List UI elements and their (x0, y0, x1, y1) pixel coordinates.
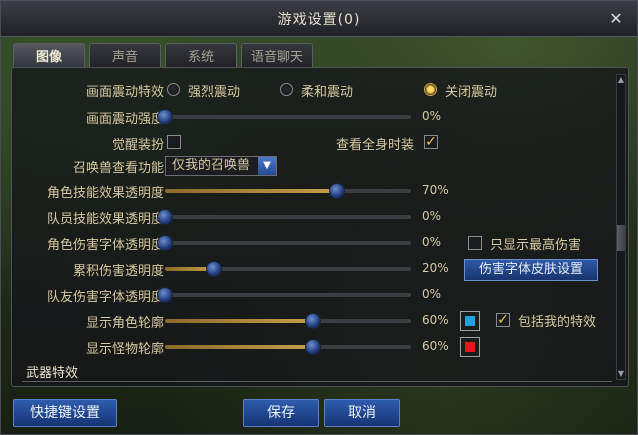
cumulative-damage-opacity-slider[interactable] (165, 261, 411, 277)
screen-shake-label: 画面震动特效 (85, 85, 164, 100)
max-damage-label: 只显示最高伤害 (490, 238, 582, 253)
slider-knob[interactable] (157, 235, 173, 251)
panel-scrollbar[interactable]: ▲ ▼ (616, 74, 626, 380)
awaken-outfit-label: 觉醒装扮 (111, 138, 164, 153)
slider-fill (165, 319, 313, 323)
monster-outline-value: 60% (422, 339, 449, 353)
scroll-thumb[interactable] (617, 225, 625, 251)
team-skill-opacity-label: 队员技能效果透明度 (46, 212, 164, 227)
skill-effect-opacity-value: 70% (422, 183, 449, 197)
shake-strength-label: 画面震动强度 (85, 112, 164, 127)
team-skill-opacity-value: 0% (422, 209, 442, 223)
monster-outline-label: 显示怪物轮廓 (85, 342, 164, 357)
chevron-down-icon[interactable]: ▼ (258, 157, 276, 175)
damage-font-opacity-slider[interactable] (157, 235, 411, 251)
shortcut-settings-button[interactable]: 快捷键设置 (13, 399, 117, 427)
slider-knob[interactable] (206, 261, 223, 277)
character-outline-slider[interactable] (165, 313, 411, 329)
damage-font-skin-button[interactable]: 伤害字体皮肤设置 (464, 259, 598, 281)
teammate-damage-font-opacity-value: 0% (422, 287, 442, 301)
skill-effect-opacity-label: 角色技能效果透明度 (46, 186, 164, 201)
shake-strength-value: 0% (422, 109, 442, 123)
team-skill-opacity-slider[interactable] (157, 209, 411, 225)
radio-soft-shake[interactable] (280, 83, 293, 96)
max-damage-checkbox[interactable] (468, 236, 482, 250)
cumulative-damage-opacity-label: 累积伤害透明度 (72, 264, 164, 279)
title-bar: 游戏设置(0) ✕ (1, 1, 637, 37)
teammate-damage-font-opacity-label: 队友伤害字体透明度 (46, 290, 164, 305)
cumulative-damage-opacity-value: 20% (422, 261, 449, 275)
summon-view-select[interactable]: 仅我的召唤兽 ▼ (165, 156, 277, 176)
slider-fill (165, 189, 338, 193)
close-icon[interactable]: ✕ (607, 10, 625, 28)
weapon-effects-heading: 武器特效 (26, 366, 79, 381)
tab-system[interactable]: 系统 (165, 43, 237, 67)
radio-off-shake[interactable] (424, 83, 437, 96)
summon-view-selected: 仅我的召唤兽 (172, 158, 251, 173)
include-my-effects-label: 包括我的特效 (518, 315, 597, 330)
full-outfit-label: 查看全身时装 (335, 138, 414, 153)
character-outline-value: 60% (422, 313, 449, 327)
include-my-effects-checkbox[interactable]: ✓ (496, 313, 510, 327)
tab-graphics[interactable]: 图像 (13, 43, 85, 67)
character-outline-color-swatch[interactable] (460, 311, 480, 331)
slider-knob[interactable] (157, 209, 173, 225)
slider-knob[interactable] (329, 183, 346, 199)
full-outfit-checkbox[interactable]: ✓ (424, 135, 438, 149)
shake-strength-knob[interactable] (157, 109, 173, 125)
shake-strength-slider[interactable] (157, 109, 411, 125)
teammate-damage-font-opacity-slider[interactable] (157, 287, 411, 303)
scroll-up-icon[interactable]: ▲ (617, 75, 625, 85)
slider-knob[interactable] (304, 339, 321, 355)
radio-soft-shake-label: 柔和震动 (301, 85, 354, 100)
tab-sound[interactable]: 声音 (89, 43, 161, 67)
scroll-down-icon[interactable]: ▼ (617, 369, 625, 379)
radio-strong-shake[interactable] (167, 83, 180, 96)
window-title: 游戏设置(0) (277, 11, 361, 28)
radio-strong-shake-label: 强烈震动 (188, 85, 241, 100)
tab-bar: 图像 声音 系统 语音聊天 (13, 43, 313, 67)
slider-knob[interactable] (157, 287, 173, 303)
monster-outline-color-swatch[interactable] (460, 337, 480, 357)
damage-font-opacity-label: 角色伤害字体透明度 (46, 238, 164, 253)
damage-font-opacity-value: 0% (422, 235, 442, 249)
summon-view-label: 召唤兽查看功能 (72, 161, 164, 176)
skill-effect-opacity-slider[interactable] (165, 183, 411, 199)
tab-voice-chat[interactable]: 语音聊天 (241, 43, 313, 67)
save-button[interactable]: 保存 (243, 399, 319, 427)
monster-outline-slider[interactable] (165, 339, 411, 355)
settings-window: 游戏设置(0) ✕ 图像 声音 系统 语音聊天 画面震动特效 强烈震动 柔和震动… (0, 0, 638, 435)
slider-fill (165, 345, 313, 349)
character-outline-label: 显示角色轮廓 (85, 316, 164, 331)
settings-panel: 画面震动特效 强烈震动 柔和震动 关闭震动 画面震动强度 0% 觉醒装扮 查看全… (11, 67, 629, 387)
cancel-button[interactable]: 取消 (324, 399, 400, 427)
section-divider (22, 381, 612, 382)
slider-knob[interactable] (304, 313, 321, 329)
awaken-outfit-checkbox[interactable] (167, 135, 181, 149)
character-outline-color (465, 316, 475, 326)
monster-outline-color (465, 342, 475, 352)
radio-off-shake-label: 关闭震动 (445, 85, 498, 100)
